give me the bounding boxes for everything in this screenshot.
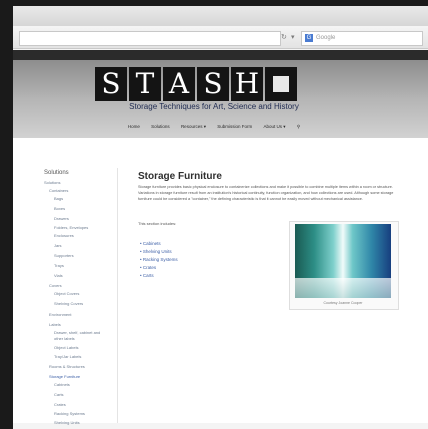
sidebar-item-boxes[interactable]: Boxes <box>54 206 65 211</box>
logo-letter: S <box>95 67 127 101</box>
sidebar-item-enclosures[interactable]: Enclosures <box>54 233 74 238</box>
photo-floor-reflection <box>295 278 391 298</box>
sidebar-item-labels[interactable]: Labels <box>49 322 61 327</box>
search-icon[interactable]: ⚲ <box>297 124 300 129</box>
sidebar-item-trays[interactable]: Trays <box>54 263 64 268</box>
dropdown-icon[interactable]: ▾ <box>291 31 295 44</box>
sidebar-item-storage-furniture[interactable]: Storage Furniture <box>49 374 80 379</box>
sidebar-item-shelving-units[interactable]: Shelving Units <box>54 420 80 425</box>
logo-square-icon <box>265 67 297 101</box>
link-carts[interactable]: Carts <box>140 272 178 280</box>
sidebar-item-shelving-covers[interactable]: Shelving Covers <box>54 301 83 306</box>
nav-resources[interactable]: Resources ▾ <box>181 124 206 129</box>
section-links: Cabinets Shelving Units Racking Systems … <box>140 240 178 280</box>
sidebar-item-folders[interactable]: Folders, Envelopes <box>54 225 88 230</box>
sidebar-item-environment[interactable]: Environment <box>49 312 71 317</box>
sidebar-item-drawer-labels[interactable]: Drawer, shelf, cabinet and other labels <box>54 330 106 342</box>
search-placeholder: Google <box>316 35 336 41</box>
sidebar-item-rooms-structures[interactable]: Rooms & Structures <box>49 364 85 369</box>
intro-paragraph: Storage furniture provides basic physica… <box>138 185 394 201</box>
link-crates[interactable]: Crates <box>140 264 178 272</box>
sidebar-divider <box>117 168 118 423</box>
link-cabinets[interactable]: Cabinets <box>140 240 178 248</box>
page-title: Storage Furniture <box>138 171 222 182</box>
site-tagline: Storage Techniques for Art, Science and … <box>129 102 299 111</box>
sidebar-item-containers[interactable]: Containers <box>49 188 68 193</box>
nav-home[interactable]: Home <box>128 124 140 129</box>
sidebar-item-covers[interactable]: Covers <box>49 283 62 288</box>
nav-submission-form[interactable]: Submission Form <box>217 124 252 129</box>
sidebar-item-racking-systems[interactable]: Racking Systems <box>54 411 85 416</box>
logo-letter: A <box>163 67 195 101</box>
sidebar-item-jars[interactable]: Jars <box>54 243 62 248</box>
main-nav: Home Solutions Resources ▾ Submission Fo… <box>0 124 428 130</box>
sidebar-item-supporters[interactable]: Supporters <box>54 253 74 258</box>
link-racking-systems[interactable]: Racking Systems <box>140 256 178 264</box>
reload-icon[interactable]: ↻ <box>281 31 287 44</box>
logo-letter: S <box>197 67 229 101</box>
sidebar-item-crates[interactable]: Crates <box>54 402 66 407</box>
stash-logo[interactable]: S T A S H <box>95 67 297 101</box>
sidebar-item-solutions[interactable]: Solutions <box>44 180 60 185</box>
sidebar-item-object-covers[interactable]: Object Covers <box>54 291 79 296</box>
sidebar-item-drawers[interactable]: Drawers <box>54 216 69 221</box>
sidebar-item-tray-jar-labels[interactable]: Tray/Jar Labels <box>54 354 81 359</box>
address-bar-area: ↻ ▾ G Google <box>13 28 428 49</box>
sidebar-item-bags[interactable]: Bags <box>54 196 63 201</box>
sidebar-item-cabinets[interactable]: Cabinets <box>54 382 70 387</box>
logo-letter: H <box>231 67 263 101</box>
sidebar-item-carts[interactable]: Carts <box>54 392 64 397</box>
url-field[interactable] <box>19 31 281 46</box>
link-shelving-units[interactable]: Shelving Units <box>140 248 178 256</box>
browser-search-input[interactable]: G Google <box>301 31 423 46</box>
sidebar-item-vials[interactable]: Vials <box>54 273 63 278</box>
includes-label: This section includes: <box>138 221 177 226</box>
nav-about-us[interactable]: About Us ▾ <box>264 124 286 129</box>
bookmarks-bar <box>13 50 428 60</box>
sidebar-item-object-labels[interactable]: Object Labels <box>54 345 78 350</box>
tab-strip <box>13 6 428 26</box>
logo-letter: T <box>129 67 161 101</box>
sidebar-title: Solutions <box>44 170 69 176</box>
google-icon: G <box>305 34 313 42</box>
nav-solutions[interactable]: Solutions <box>151 124 170 129</box>
photo-caption: Courtesy Joanne Cooper <box>323 301 363 305</box>
